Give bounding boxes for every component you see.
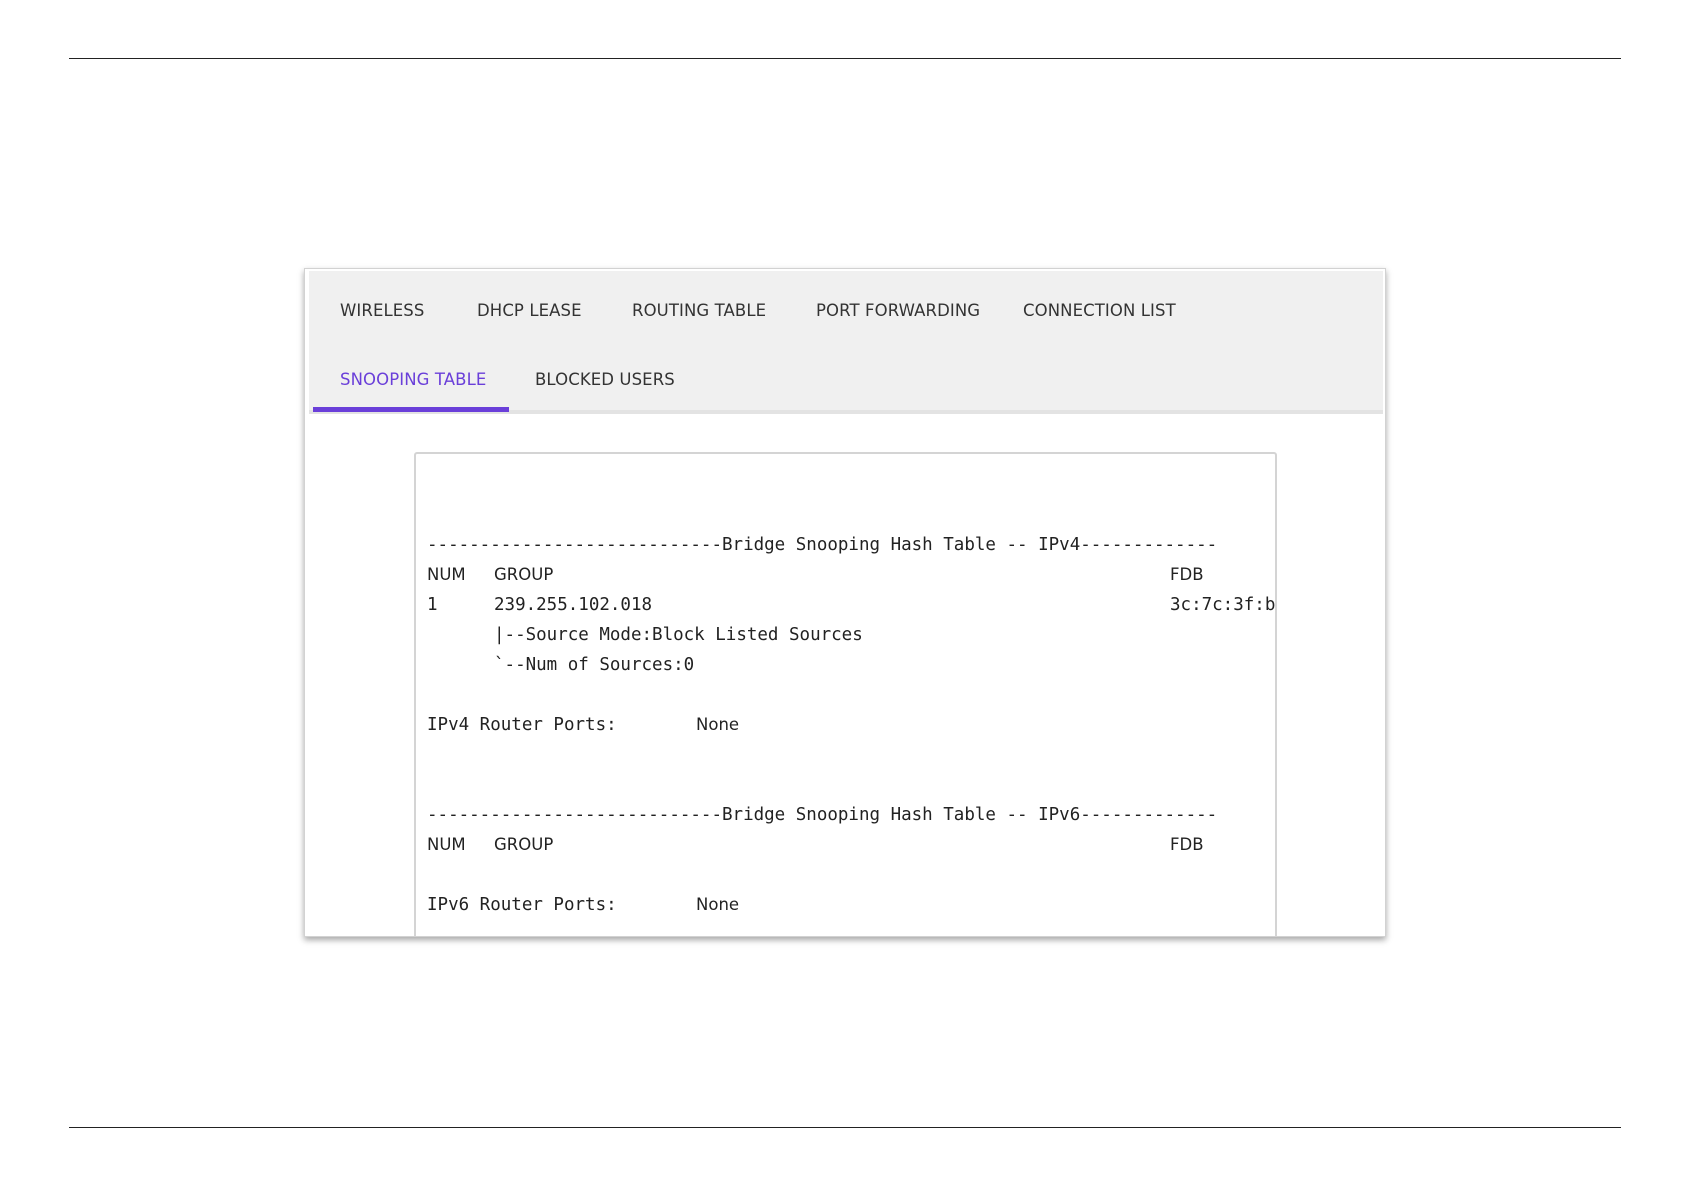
ipv6-col-num: NUM bbox=[427, 835, 466, 854]
tab-bar: WIRELESS DHCP LEASE ROUTING TABLE PORT F… bbox=[309, 271, 1383, 414]
ipv4-router-ports-value: None bbox=[696, 715, 740, 734]
ipv6-col-group: GROUP bbox=[494, 835, 554, 854]
tab-routing-table[interactable]: ROUTING TABLE bbox=[632, 275, 766, 345]
row1-fdb: 3c:7c:3f:b bbox=[1170, 595, 1276, 615]
row1-group: 239.255.102.018 bbox=[494, 595, 653, 615]
ipv4-col-group: GROUP bbox=[494, 565, 554, 584]
tab-port-forwarding[interactable]: PORT FORWARDING bbox=[816, 275, 980, 345]
ipv6-col-fdb: FDB bbox=[1170, 835, 1204, 854]
ipv4-col-fdb: FDB bbox=[1170, 565, 1204, 584]
snooping-table-output: ----------------------------Bridge Snoop… bbox=[414, 452, 1277, 936]
tab-snooping-table[interactable]: SNOOPING TABLE bbox=[340, 344, 486, 414]
ipv4-router-ports-label: IPv4 Router Ports: bbox=[427, 715, 617, 735]
row1-num: 1 bbox=[427, 595, 438, 615]
row1-num-sources: `--Num of Sources:0 bbox=[494, 655, 695, 675]
ipv4-col-num: NUM bbox=[427, 565, 466, 584]
footer-rule bbox=[69, 1127, 1621, 1128]
tab-connection-list[interactable]: CONNECTION LIST bbox=[1023, 275, 1176, 345]
document-page: WIRELESS DHCP LEASE ROUTING TABLE PORT F… bbox=[0, 0, 1684, 1191]
router-status-screenshot: WIRELESS DHCP LEASE ROUTING TABLE PORT F… bbox=[304, 268, 1386, 937]
ipv6-table-header: ----------------------------Bridge Snoop… bbox=[427, 805, 1218, 825]
ipv6-router-ports-label: IPv6 Router Ports: bbox=[427, 895, 617, 915]
header-rule bbox=[69, 58, 1621, 59]
row1-source-mode: |--Source Mode:Block Listed Sources bbox=[494, 625, 863, 645]
ipv4-table-header: ----------------------------Bridge Snoop… bbox=[427, 535, 1218, 555]
active-tab-indicator bbox=[313, 407, 509, 412]
tab-wireless[interactable]: WIRELESS bbox=[340, 275, 424, 345]
tab-blocked-users[interactable]: BLOCKED USERS bbox=[535, 344, 675, 414]
tab-dhcp-lease[interactable]: DHCP LEASE bbox=[477, 275, 582, 345]
ipv6-router-ports-value: None bbox=[696, 895, 740, 914]
